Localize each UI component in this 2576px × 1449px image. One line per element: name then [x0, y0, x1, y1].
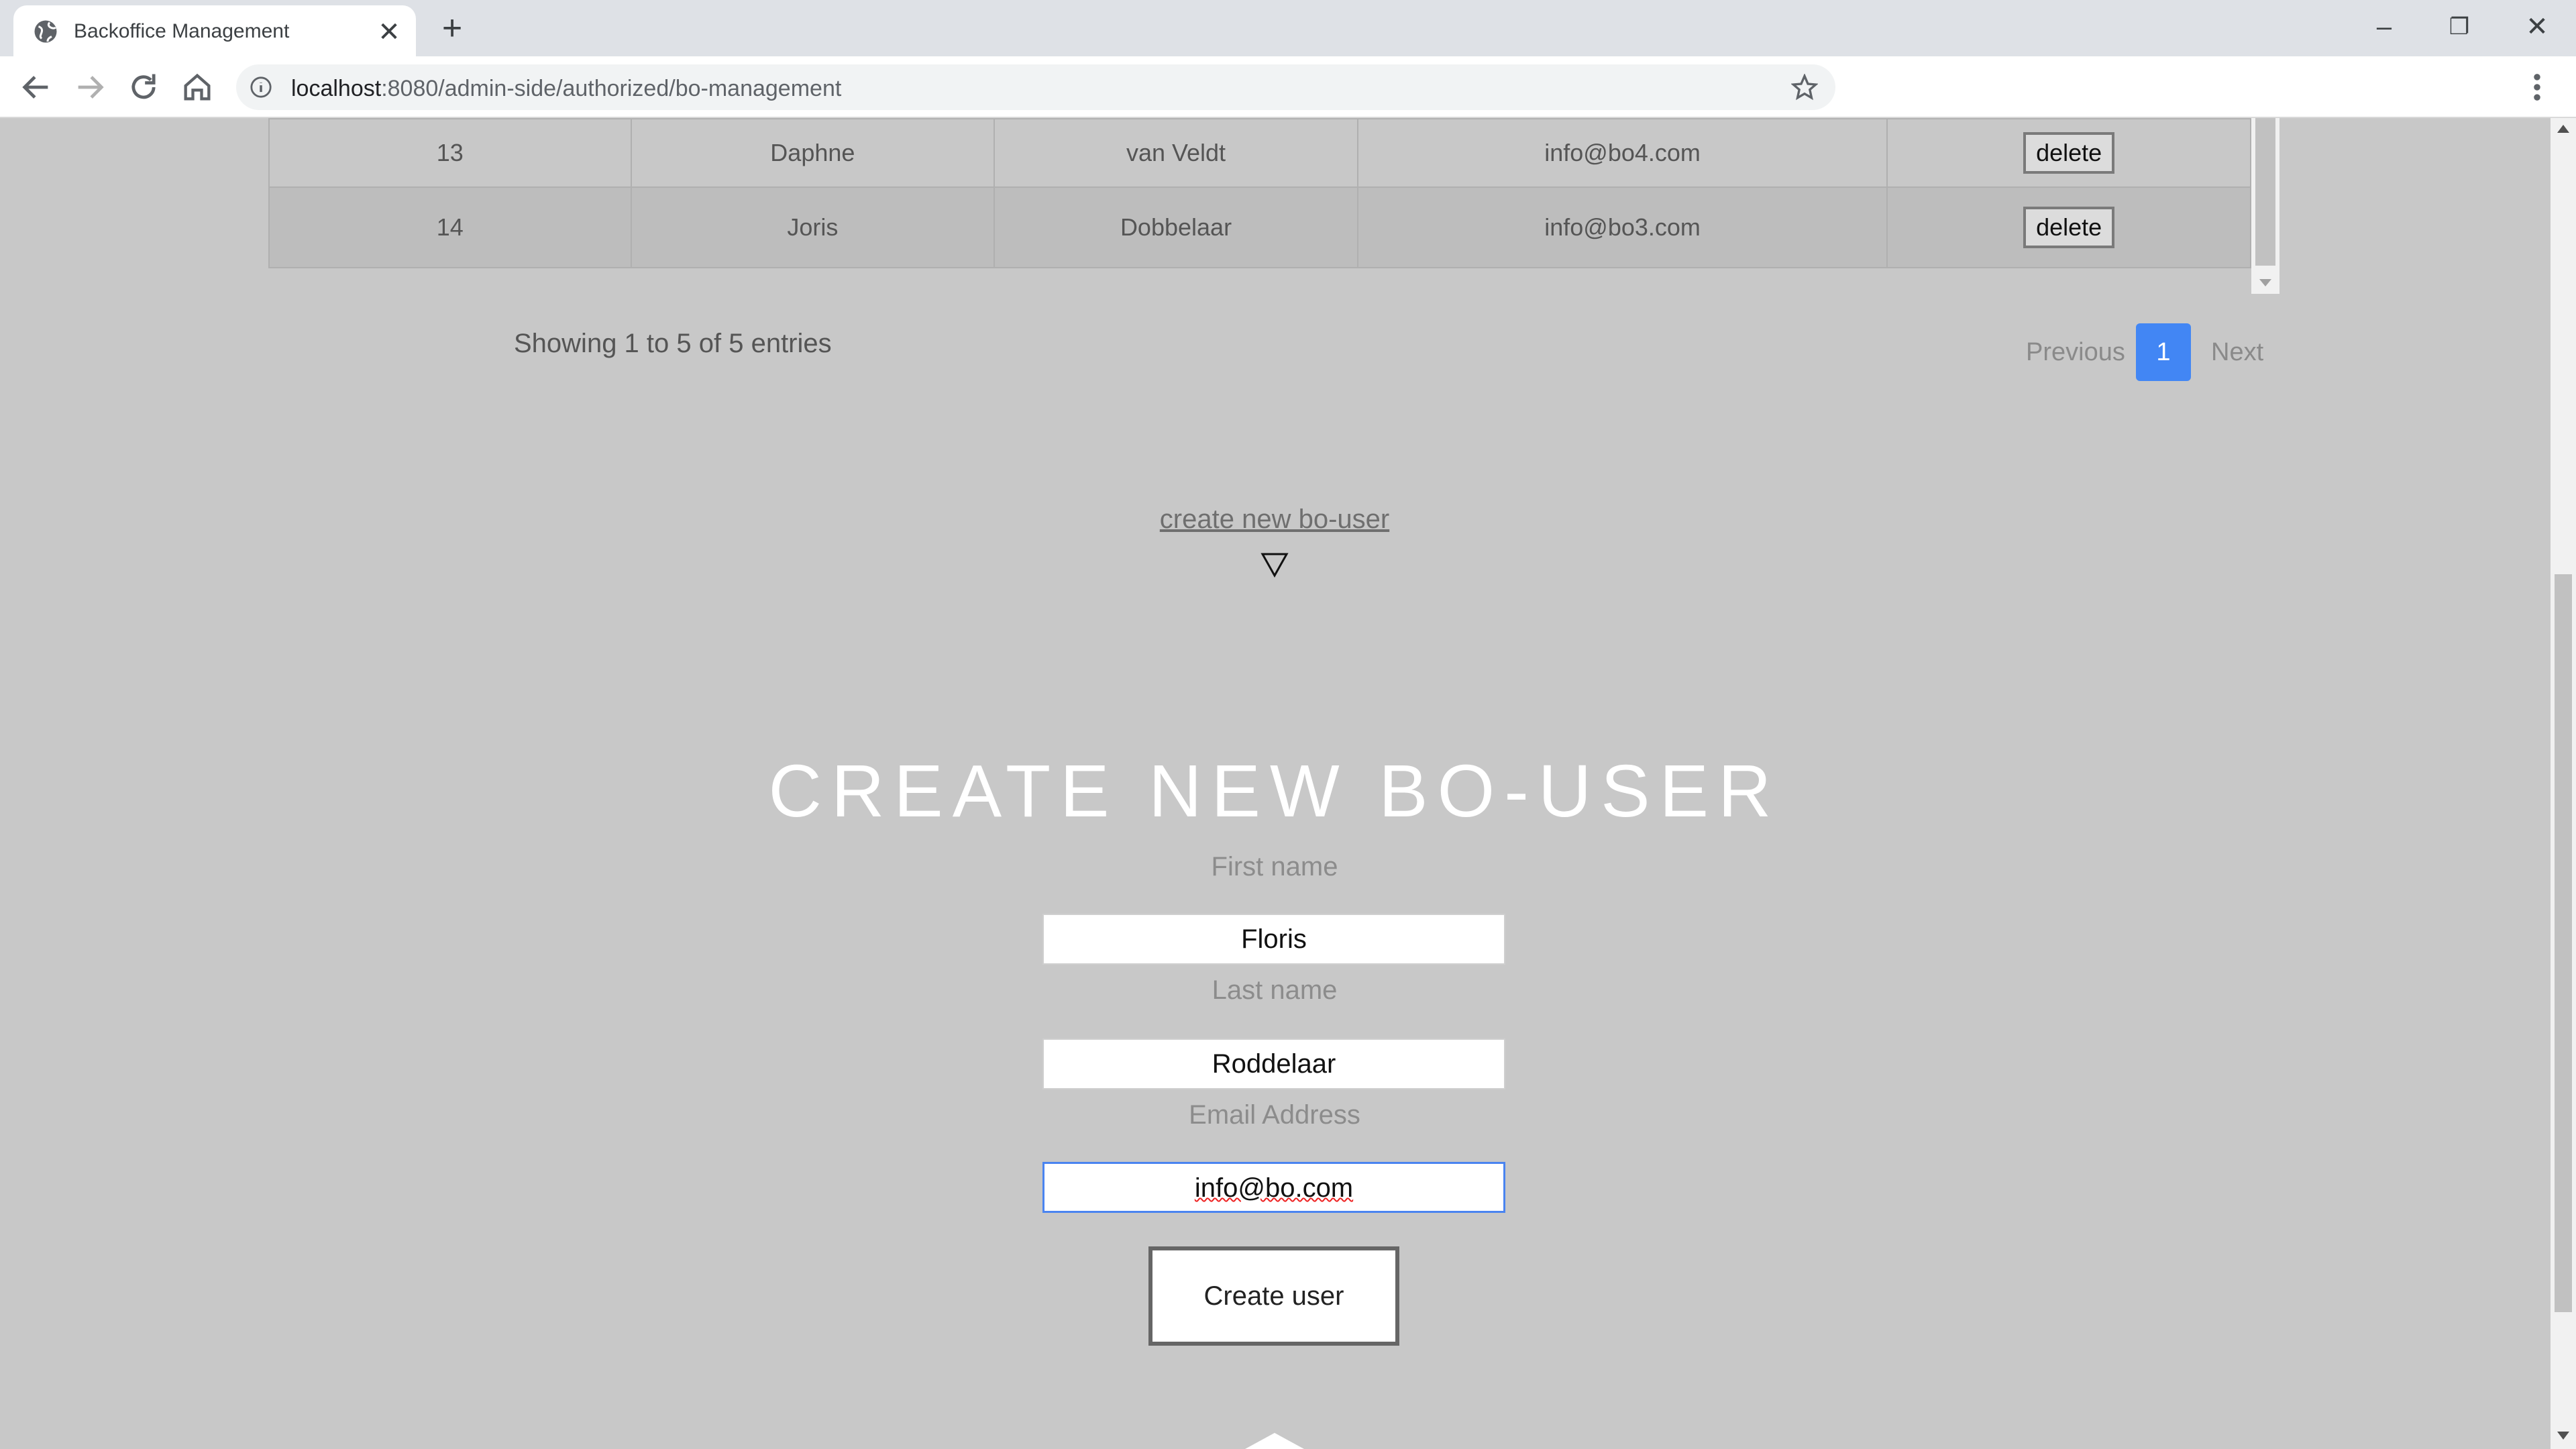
- bo-users-table-container: 13 Daphne van Veldt info@bo4.com delete …: [268, 118, 2279, 294]
- active-tab[interactable]: Backoffice Management ✕: [13, 5, 416, 56]
- globe-icon: [34, 20, 57, 43]
- page-content: 13 Daphne van Veldt info@bo4.com delete …: [0, 118, 2551, 1449]
- bookmark-star-icon[interactable]: [1791, 74, 1818, 101]
- table-scrollbar[interactable]: [2251, 118, 2279, 294]
- home-icon[interactable]: [180, 70, 215, 105]
- info-icon[interactable]: [250, 76, 272, 99]
- tab-title: Backoffice Management: [74, 20, 290, 42]
- cell-last-name: Dobbelaar: [994, 186, 1358, 268]
- address-bar[interactable]: localhost:8080/admin-side/authorized/bo-…: [236, 64, 1835, 110]
- table-row: 14 Joris Dobbelaar info@bo3.com delete: [268, 186, 2251, 268]
- tab-close-icon[interactable]: ✕: [376, 19, 402, 46]
- cell-first-name: Joris: [630, 186, 996, 268]
- cell-action: delete: [1886, 118, 2251, 188]
- scroll-down-arrow-icon[interactable]: [2259, 279, 2271, 286]
- email-input[interactable]: info@bo.com: [1042, 1162, 1505, 1213]
- window-close-button[interactable]: ✕: [2517, 7, 2557, 47]
- back-arrow-icon[interactable]: [19, 70, 54, 105]
- browser-toolbar: localhost:8080/admin-side/authorized/bo-…: [0, 56, 2576, 158]
- up-caret-icon: [1245, 1433, 1304, 1449]
- cell-id: 14: [268, 186, 632, 268]
- email-input-value: info@bo.com: [1194, 1173, 1354, 1203]
- reload-icon[interactable]: [126, 70, 161, 105]
- cell-action: delete: [1886, 186, 2251, 268]
- scroll-up-arrow-icon[interactable]: [2557, 125, 2569, 133]
- forward-arrow-icon[interactable]: [72, 70, 107, 105]
- pagination-previous[interactable]: Previous: [2026, 338, 2125, 367]
- scroll-down-arrow-icon[interactable]: [2557, 1432, 2569, 1440]
- cell-first-name: Daphne: [630, 118, 996, 188]
- down-triangle-icon[interactable]: [1260, 551, 1289, 578]
- tab-strip: Backoffice Management ✕ + – ❐ ✕: [0, 0, 2576, 56]
- last-name-label: Last name: [1212, 975, 1338, 1005]
- restore-button[interactable]: ❐: [2439, 7, 2479, 47]
- cell-email: info@bo4.com: [1356, 118, 1888, 188]
- pagination-next[interactable]: Next: [2211, 338, 2263, 367]
- pagination: Previous 1 Next: [2012, 323, 2281, 382]
- cell-email: info@bo3.com: [1356, 186, 1888, 268]
- delete-button[interactable]: delete: [2023, 132, 2115, 174]
- minimize-button[interactable]: –: [2364, 7, 2404, 47]
- cell-id: 13: [268, 118, 632, 188]
- cell-last-name: van Veldt: [994, 118, 1358, 188]
- new-tab-button[interactable]: +: [433, 11, 471, 48]
- bo-users-table: 13 Daphne van Veldt info@bo4.com delete …: [268, 118, 2251, 268]
- create-new-bo-user-link[interactable]: create new bo-user: [1073, 504, 1476, 535]
- last-name-input[interactable]: Roddelaar: [1042, 1038, 1505, 1089]
- first-name-label: First name: [1211, 852, 1338, 881]
- url-text: localhost:8080/admin-side/authorized/bo-…: [291, 76, 842, 101]
- create-user-button[interactable]: Create user: [1148, 1246, 1399, 1346]
- pagination-page-1[interactable]: 1: [2136, 323, 2191, 381]
- page-scrollbar-thumb[interactable]: [2555, 574, 2572, 1312]
- table-scrollbar-thumb[interactable]: [2255, 118, 2275, 266]
- delete-button[interactable]: delete: [2023, 207, 2115, 248]
- email-label: Email Address: [1189, 1100, 1360, 1130]
- table-info-text: Showing 1 to 5 of 5 entries: [514, 329, 832, 358]
- form-title: CREATE NEW BO-USER: [768, 750, 1781, 833]
- table-row: 13 Daphne van Veldt info@bo4.com delete: [268, 118, 2251, 188]
- page-scrollbar[interactable]: [2551, 118, 2576, 1449]
- menu-dots-icon[interactable]: [2524, 70, 2551, 105]
- first-name-input[interactable]: Floris: [1042, 914, 1505, 965]
